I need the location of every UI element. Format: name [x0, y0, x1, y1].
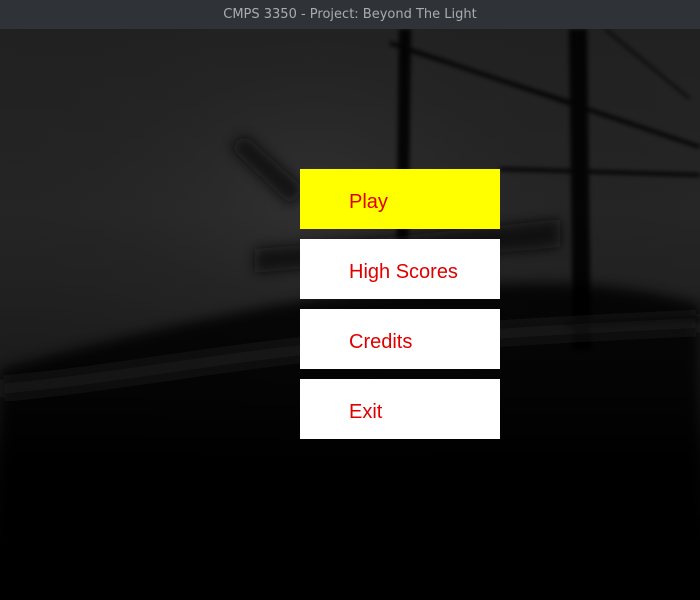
play-button-label: Play [349, 191, 388, 213]
credits-button-label: Credits [349, 331, 413, 353]
exit-button-label: Exit [349, 401, 383, 423]
game-window: CMPS 3350 - Project: Beyond The Light Pl… [0, 0, 700, 600]
main-menu: Play High Scores Credits Exit [300, 169, 500, 449]
play-button[interactable]: Play [300, 169, 500, 229]
exit-button[interactable]: Exit [300, 379, 500, 439]
window-title: CMPS 3350 - Project: Beyond The Light [223, 7, 477, 22]
high-scores-button[interactable]: High Scores [300, 239, 500, 299]
window-titlebar[interactable]: CMPS 3350 - Project: Beyond The Light [0, 0, 700, 29]
high-scores-button-label: High Scores [349, 261, 458, 283]
game-scene: Play High Scores Credits Exit [0, 29, 700, 600]
credits-button[interactable]: Credits [300, 309, 500, 369]
